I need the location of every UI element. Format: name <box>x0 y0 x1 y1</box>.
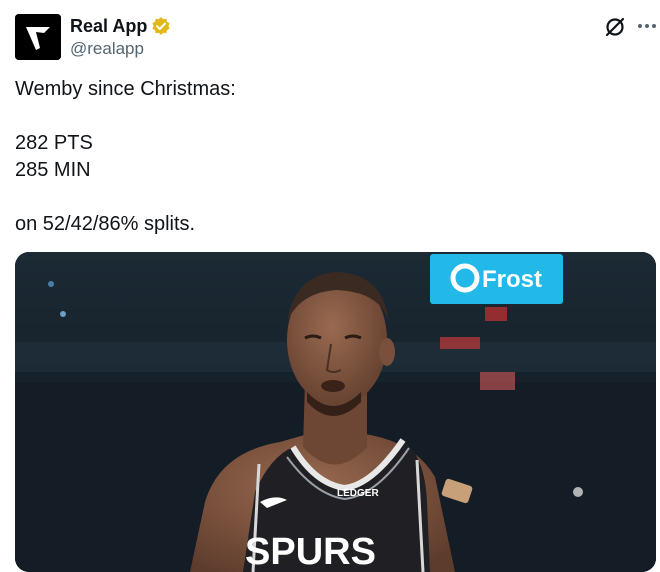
arena-sign: Frost <box>430 254 563 304</box>
real-app-logo-icon <box>15 14 61 60</box>
grok-icon[interactable] <box>602 14 628 40</box>
svg-text:Frost: Frost <box>482 266 542 293</box>
svg-text:SPURS: SPURS <box>245 531 376 572</box>
more-icon[interactable] <box>636 14 658 40</box>
author-handle[interactable]: @realapp <box>70 39 144 59</box>
svg-text:LEDGER: LEDGER <box>337 488 379 499</box>
avatar[interactable] <box>15 14 61 60</box>
arena-light <box>48 281 54 287</box>
verified-badge-icon <box>151 16 171 36</box>
author-name[interactable]: Real App <box>70 16 147 36</box>
post-photo[interactable]: Frost LEDGER SPURS <box>15 252 656 572</box>
author-name-row: Real App <box>70 16 171 36</box>
post-text: Wemby since Christmas: 282 PTS 285 MIN o… <box>15 78 236 235</box>
